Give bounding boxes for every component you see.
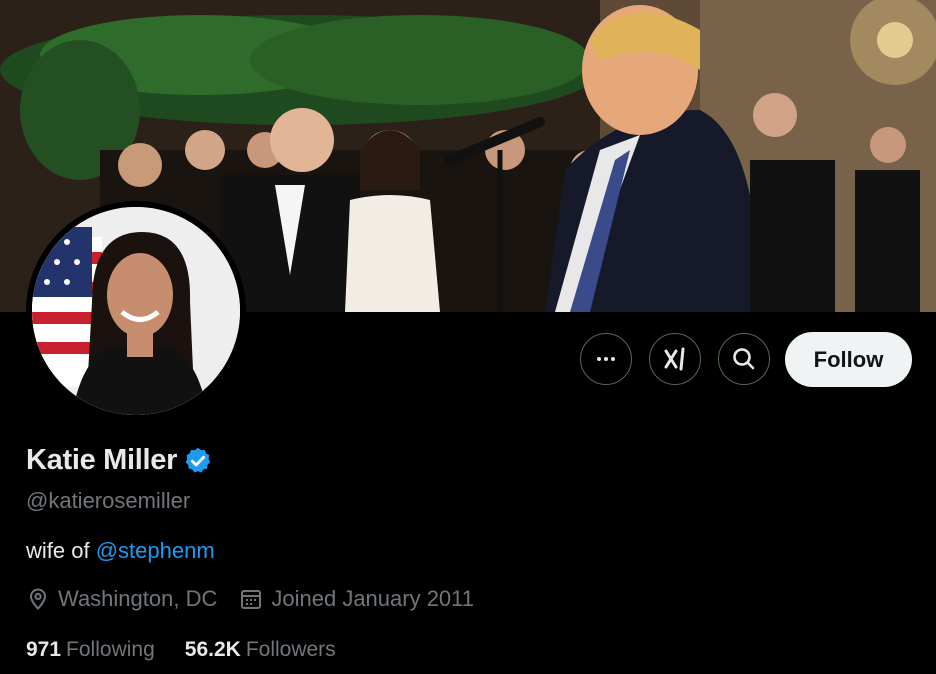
profile-meta: Washington, DC Joined January 2011 (26, 586, 496, 612)
following-count: 971 (26, 638, 62, 661)
profile-stats: 971 Following 56.2K Followers (26, 638, 366, 662)
profile-name-row: Katie Miller (26, 444, 213, 477)
more-icon (597, 357, 615, 361)
following-label: Following (66, 638, 155, 661)
followers-label: Followers (245, 638, 336, 661)
profile-avatar[interactable] (26, 201, 246, 421)
joined-item: Joined January 2011 (239, 586, 474, 612)
followers-count: 56.2K (184, 638, 241, 661)
location-item: Washington, DC (26, 586, 217, 612)
profile-name: Katie Miller (26, 444, 178, 476)
more-options-button[interactable] (580, 333, 632, 385)
following-stat[interactable]: 971 Following (26, 638, 155, 662)
search-profile-button[interactable] (718, 333, 770, 385)
verified-badge-icon[interactable] (183, 446, 213, 476)
joined-text: Joined January 2011 (271, 586, 475, 611)
location-text: Washington, DC (58, 586, 218, 611)
location-pin-icon (29, 588, 47, 610)
calendar-icon (241, 590, 262, 609)
grok-icon (664, 347, 685, 371)
follow-button[interactable]: Follow (785, 332, 912, 387)
followers-stat[interactable]: 56.2K Followers (185, 638, 336, 662)
grok-button[interactable] (649, 333, 701, 385)
profile-handle: @katierosemiller (26, 488, 191, 513)
bio-text: wife of (26, 538, 96, 563)
profile-bio: wife of @stephenm (26, 538, 215, 564)
avatar-photo (32, 207, 240, 415)
search-icon (733, 348, 755, 370)
bio-mention-link[interactable]: @stephenm (96, 538, 215, 563)
